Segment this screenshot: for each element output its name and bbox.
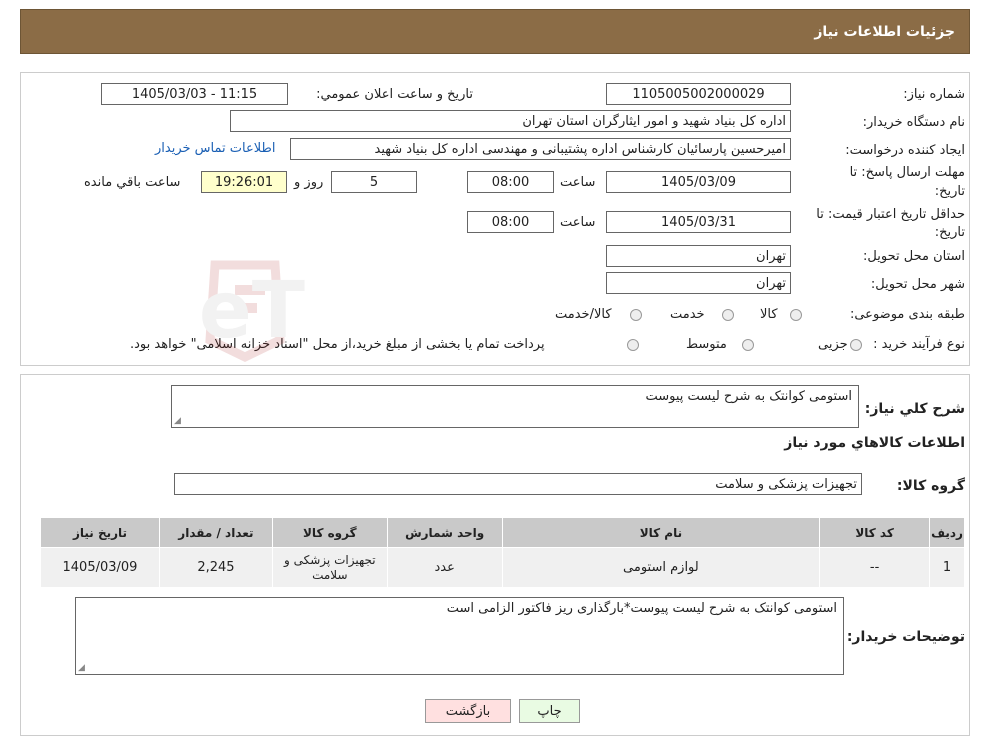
deadline-label-line2: تاریخ: (934, 184, 965, 199)
buyer-org-label: نام دستگاه خریدار: (862, 115, 965, 130)
validity-time-label: ساعت (560, 215, 596, 230)
need-number-label: شماره نیاز: (903, 87, 965, 102)
cell-unit: عدد (386, 547, 503, 588)
province-label: استان محل تحویل: (863, 249, 965, 264)
remaining-time-label: ساعت باقي مانده (84, 175, 181, 190)
process-option-minor: جزیی (818, 337, 848, 352)
city-label: شهر محل تحویل: (870, 277, 965, 292)
col-header-group: گروه کالا (271, 517, 388, 548)
validity-date-field: 1405/03/31 (606, 211, 791, 233)
province-field: تهران (606, 245, 791, 267)
col-header-unit: واحد شمارش (386, 517, 503, 548)
process-radio-medium[interactable] (742, 339, 754, 351)
group-label: گروه کالا: (896, 478, 965, 494)
days-field: 5 (331, 171, 417, 193)
print-button[interactable]: چاپ (519, 699, 580, 723)
col-header-quantity: تعداد / مقدار (158, 517, 273, 548)
group-field: تجهیزات پزشکی و سلامت (174, 473, 862, 495)
page-title: جزئیات اطلاعات نیاز (814, 23, 955, 40)
back-button[interactable]: بازگشت (425, 699, 511, 723)
category-radio-goods-service[interactable] (630, 309, 642, 321)
category-option-service: خدمت (670, 307, 705, 322)
validity-label-line2: تاریخ: (934, 225, 965, 240)
table-header-row: رديف کد کالا نام کالا واحد شمارش گروه کا… (40, 517, 965, 548)
process-radio-treasury[interactable] (627, 339, 639, 351)
process-note: پرداخت تمام یا بخشی از مبلغ خرید،از محل … (130, 337, 545, 352)
table-row: 1 -- لوازم استومی عدد تجهیزات پزشکی و سل… (40, 547, 965, 588)
col-header-item-code: کد کالا (819, 517, 931, 548)
category-label: طبقه بندی موضوعی: (849, 307, 965, 322)
days-label: روز و (294, 175, 324, 190)
city-field: تهران (606, 272, 791, 294)
cell-item-code: -- (819, 547, 931, 588)
cell-row-number: 1 (929, 547, 965, 588)
category-option-goods: کالا (760, 307, 778, 322)
buyer-notes-textarea[interactable]: استومی کوانتک به شرح لیست پیوست*بارگذاری… (75, 597, 844, 675)
creator-label: ایجاد کننده درخواست: (845, 143, 965, 158)
deadline-date-field: 1405/03/09 (606, 171, 791, 193)
col-header-item-name: نام کالا (501, 517, 821, 548)
announce-datetime-field: 1405/03/03 - 11:15 (101, 83, 288, 105)
creator-field: امیرحسین پارسائیان کارشناس اداره پشتیبان… (290, 138, 791, 160)
announce-label: تاريخ و ساعت اعلان عمومي: (316, 87, 473, 102)
category-option-goods-service: کالا/خدمت (555, 307, 612, 322)
desc-label: شرح کلي نياز: (864, 401, 965, 417)
col-header-need-date: تاريخ نياز (40, 517, 160, 548)
deadline-time-field: 08:00 (467, 171, 554, 193)
deadline-time-label: ساعت (560, 175, 596, 190)
remaining-time-field: 19:26:01 (201, 171, 287, 193)
cell-need-date: 1405/03/09 (40, 547, 160, 588)
validity-time-field: 08:00 (467, 211, 554, 233)
need-number-field: 1105005002000029 (606, 83, 791, 105)
resize-grip-icon[interactable]: ◢ (174, 416, 181, 426)
category-radio-goods[interactable] (790, 309, 802, 321)
cell-item-name: لوازم استومی (501, 547, 821, 588)
desc-textarea[interactable]: استومی کوانتک به شرح لیست پیوست ◢ (171, 385, 859, 428)
validity-label-line1: حداقل تاریخ اعتبار قیمت: تا (816, 207, 965, 222)
cell-quantity: 2,245 (158, 547, 273, 588)
page-header: جزئیات اطلاعات نیاز (20, 9, 970, 54)
col-header-row-number: رديف (929, 517, 965, 548)
buyer-notes-label: توضیحات خریدار: (846, 629, 965, 645)
cell-group: تجهیزات پزشکی و سلامت (271, 547, 388, 588)
deadline-label-line1: مهلت ارسال پاسخ: تا (849, 165, 965, 180)
buyer-org-field: اداره کل بنیاد شهید و امور ایثارگران است… (230, 110, 791, 132)
process-radio-minor[interactable] (850, 339, 862, 351)
items-table: رديف کد کالا نام کالا واحد شمارش گروه کا… (40, 517, 965, 588)
resize-grip-icon[interactable]: ◢ (78, 663, 85, 673)
category-radio-service[interactable] (722, 309, 734, 321)
items-title: اطلاعات کالاهاي مورد نياز (784, 435, 965, 451)
process-option-medium: متوسط (686, 337, 727, 352)
buyer-contact-link[interactable]: اطلاعات تماس خریدار (155, 141, 275, 156)
process-label: نوع فرآیند خرید : (873, 337, 965, 352)
